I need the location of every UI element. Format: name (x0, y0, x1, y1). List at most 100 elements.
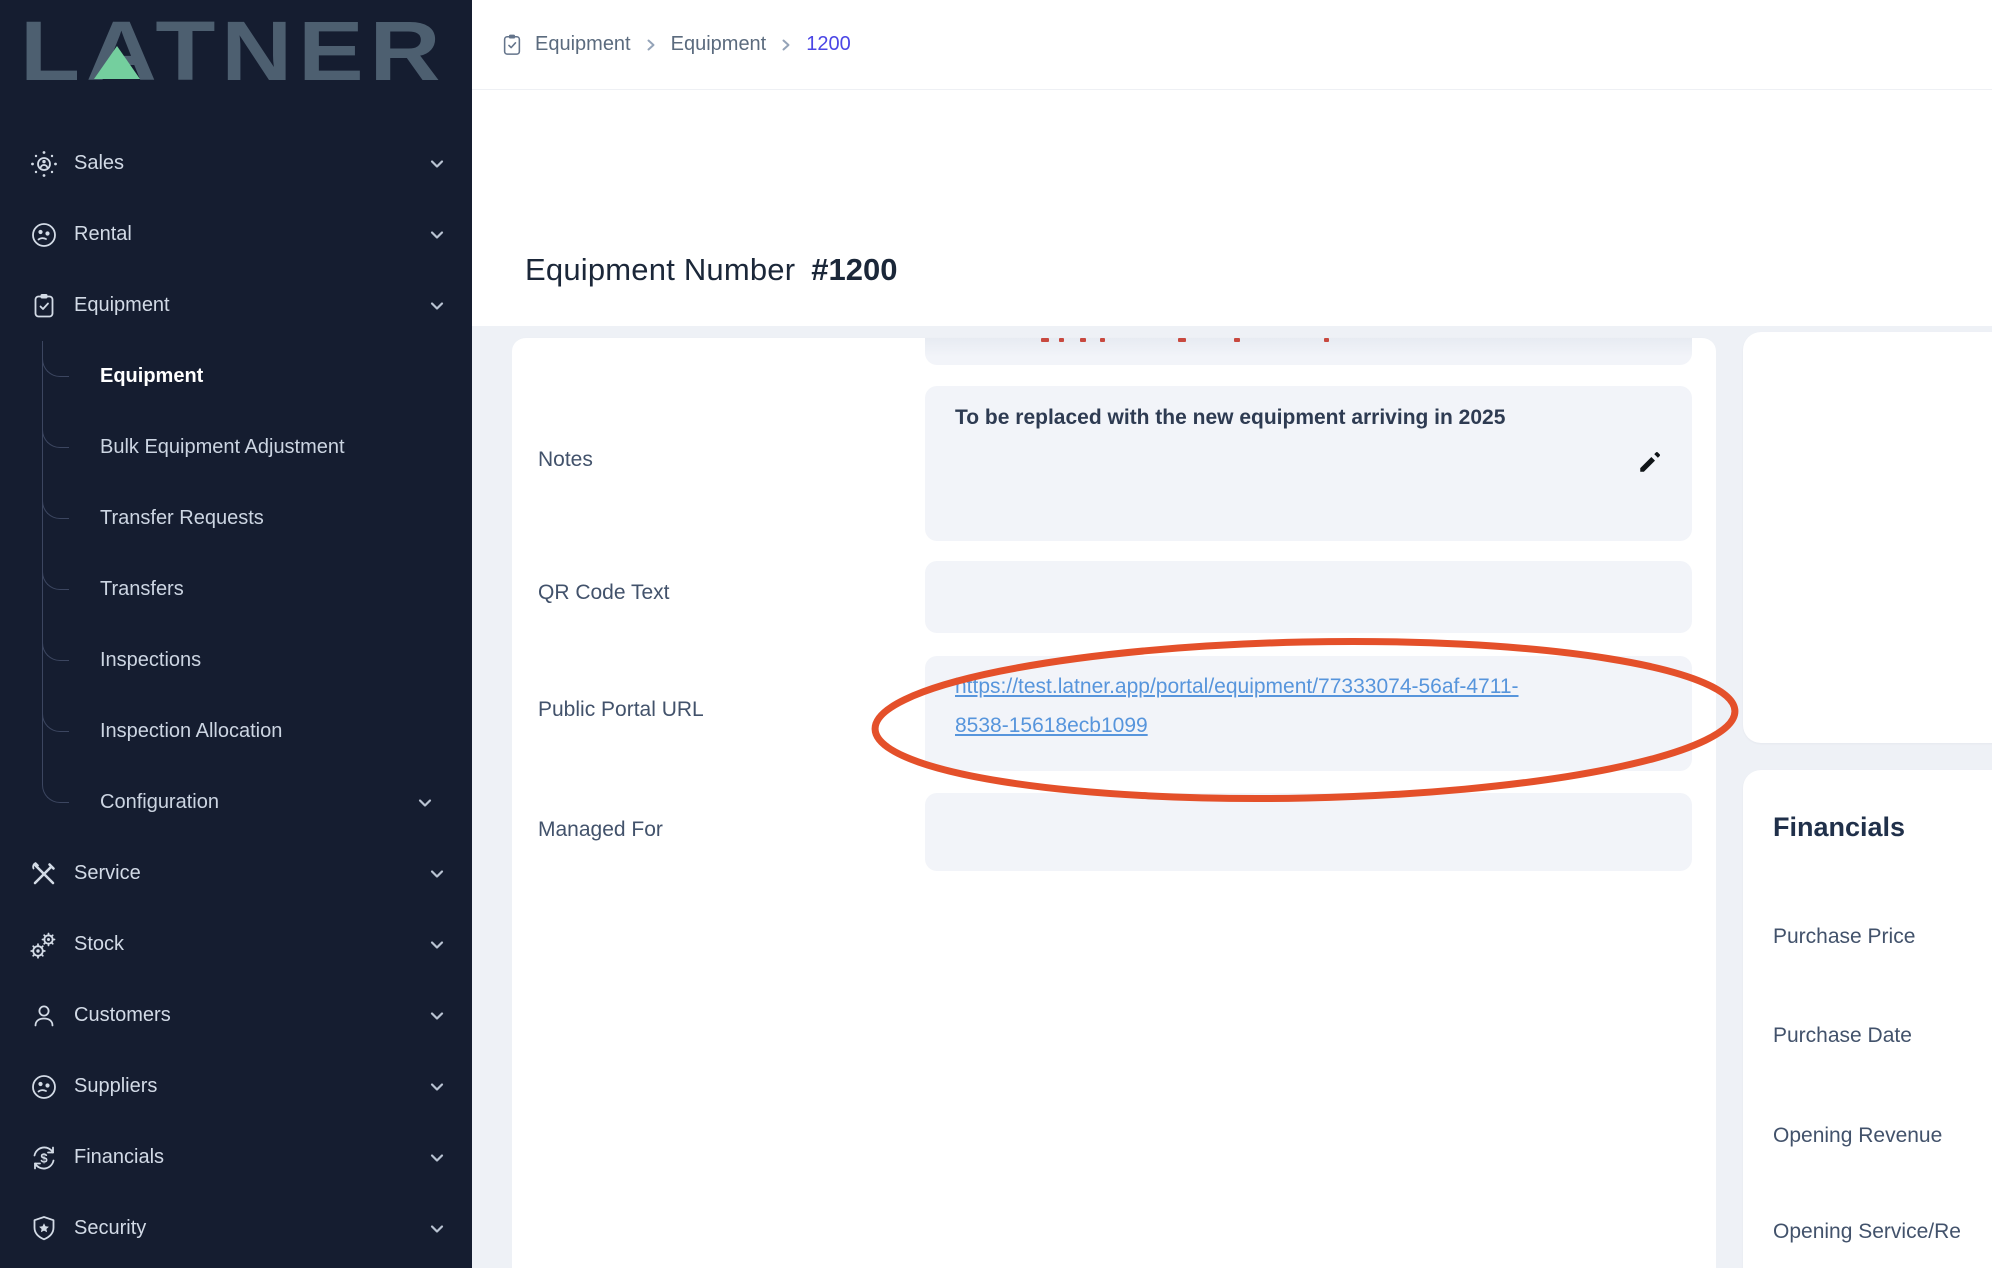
financials-row-opening-service: Opening Service/Re (1773, 1220, 1961, 1244)
sidebar-item-sales[interactable]: Sales (0, 128, 472, 199)
clipped-red-text-fragment (1324, 338, 1329, 342)
page-title: Equipment Number #1200 (525, 252, 898, 288)
rental-icon (28, 219, 60, 251)
clipped-red-text-fragment (1041, 338, 1049, 342)
qr-code-text-field (925, 561, 1692, 633)
sidebar-item-label: Sales (74, 152, 124, 175)
chevron-down-icon (428, 297, 446, 315)
breadcrumb-bar: Equipment Equipment 1200 (472, 0, 1992, 90)
sidebar-item-label: Stock (74, 933, 124, 956)
clipboard-check-icon (28, 290, 60, 322)
financials-title: Financials (1773, 812, 1905, 843)
logo-text: LATNER (20, 8, 446, 94)
main-area: Equipment Equipment 1200 Equipment Numbe… (472, 0, 1992, 1268)
equipment-subnav: Equipment Bulk Equipment Adjustment Tran… (0, 341, 472, 838)
sidebar-item-equipment[interactable]: Equipment (0, 270, 472, 341)
chevron-down-icon (428, 865, 446, 883)
chevron-down-icon (428, 1078, 446, 1096)
chevron-down-icon (428, 155, 446, 173)
sidebar-subitem-inspections[interactable]: Inspections (0, 625, 472, 696)
public-portal-url-link[interactable]: https://test.latner.app/portal/equipment… (955, 667, 1662, 745)
managed-for-label: Managed For (538, 818, 663, 842)
page-header: Equipment Number#1200 Rental Status: Res… (472, 90, 1992, 326)
sales-icon (28, 148, 60, 180)
breadcrumb-current: 1200 (806, 33, 851, 56)
financials-row-purchase-date: Purchase Date (1773, 1024, 1912, 1048)
sidebar-item-label: Rental (74, 223, 132, 246)
svg-text:$: $ (40, 1150, 48, 1165)
sidebar-item-label: Service (74, 862, 141, 885)
notes-field: To be replaced with the new equipment ar… (925, 386, 1692, 541)
chevron-down-icon (428, 226, 446, 244)
sidebar-subitem-label: Configuration (100, 791, 219, 814)
sidebar-item-rental[interactable]: Rental (0, 199, 472, 270)
side-card (1743, 332, 1992, 743)
notes-label: Notes (538, 448, 593, 472)
sidebar-item-customers[interactable]: Customers (0, 980, 472, 1051)
sidebar-item-label: Suppliers (74, 1075, 157, 1098)
clipped-field-box (925, 338, 1692, 365)
latner-logo: LATNER (20, 8, 465, 94)
public-portal-url-field: https://test.latner.app/portal/equipment… (925, 656, 1692, 771)
chevron-down-icon (428, 1149, 446, 1167)
sidebar-item-security[interactable]: Security (0, 1193, 472, 1264)
gears-icon (28, 929, 60, 961)
clipped-red-text-fragment (1080, 338, 1086, 342)
chevron-right-icon (643, 37, 659, 53)
sidebar: LATNER Sales (0, 0, 472, 1268)
sidebar-subitem-label: Transfers (100, 578, 184, 601)
sidebar-subitem-label: Equipment (100, 365, 203, 388)
person-icon (28, 1000, 60, 1032)
sidebar-item-label: Financials (74, 1146, 164, 1169)
sidebar-item-label: Security (74, 1217, 146, 1240)
sidebar-item-service[interactable]: Service (0, 838, 472, 909)
sidebar-subitem-transfers[interactable]: Transfers (0, 554, 472, 625)
breadcrumb-section[interactable]: Equipment (535, 33, 631, 56)
sidebar-nav: Sales Rental (0, 128, 472, 1264)
sidebar-subitem-bulk-equipment-adjustment[interactable]: Bulk Equipment Adjustment (0, 412, 472, 483)
chevron-down-icon (416, 794, 434, 812)
sidebar-item-label: Equipment (74, 294, 170, 317)
chevron-down-icon (428, 1220, 446, 1238)
financials-row-purchase-price: Purchase Price (1773, 925, 1915, 949)
public-portal-url-line2: 8538-15618ecb1099 (955, 706, 1662, 745)
sidebar-subitem-equipment[interactable]: Equipment (0, 341, 472, 412)
sidebar-subitem-label: Transfer Requests (100, 507, 264, 530)
page-title-text: Equipment Number (525, 252, 795, 287)
public-portal-url-line1: https://test.latner.app/portal/equipment… (955, 667, 1662, 706)
sidebar-subitem-inspection-allocation[interactable]: Inspection Allocation (0, 696, 472, 767)
clipped-red-text-fragment (1059, 338, 1064, 342)
public-portal-url-label: Public Portal URL (538, 698, 704, 722)
content-area: Notes To be replaced with the new equipm… (472, 326, 1992, 1268)
chevron-down-icon (428, 1007, 446, 1025)
clipped-red-text-fragment (1178, 338, 1186, 342)
qr-code-text-label: QR Code Text (538, 581, 670, 605)
details-panel: Notes To be replaced with the new equipm… (512, 337, 1716, 1268)
clipped-red-text-fragment (1100, 338, 1105, 342)
currency-exchange-icon: $ (28, 1142, 60, 1174)
notes-value: To be replaced with the new equipment ar… (955, 406, 1505, 430)
financials-card: Financials Purchase Price Purchase Date … (1743, 770, 1992, 1268)
sidebar-subitem-label: Bulk Equipment Adjustment (100, 436, 345, 459)
sidebar-item-label: Customers (74, 1004, 171, 1027)
financials-row-opening-revenue: Opening Revenue (1773, 1124, 1942, 1148)
chevron-right-icon (778, 37, 794, 53)
logo-triangle-icon (94, 46, 140, 79)
service-tools-icon (28, 858, 60, 890)
sidebar-subitem-label: Inspections (100, 649, 201, 672)
shield-star-icon (28, 1213, 60, 1245)
chevron-down-icon (428, 936, 446, 954)
edit-pencil-icon[interactable] (1634, 448, 1664, 478)
managed-for-field (925, 793, 1692, 871)
clipped-red-text-fragment (1234, 338, 1240, 342)
sidebar-subitem-transfer-requests[interactable]: Transfer Requests (0, 483, 472, 554)
clipboard-check-icon (499, 32, 525, 58)
sidebar-subitem-label: Inspection Allocation (100, 720, 282, 743)
equipment-number: #1200 (811, 252, 897, 287)
sidebar-item-suppliers[interactable]: Suppliers (0, 1051, 472, 1122)
sidebar-item-financials[interactable]: $ Financials (0, 1122, 472, 1193)
sidebar-item-stock[interactable]: Stock (0, 909, 472, 980)
breadcrumb-page[interactable]: Equipment (671, 33, 767, 56)
sidebar-subitem-configuration[interactable]: Configuration (0, 767, 472, 838)
suppliers-icon (28, 1071, 60, 1103)
